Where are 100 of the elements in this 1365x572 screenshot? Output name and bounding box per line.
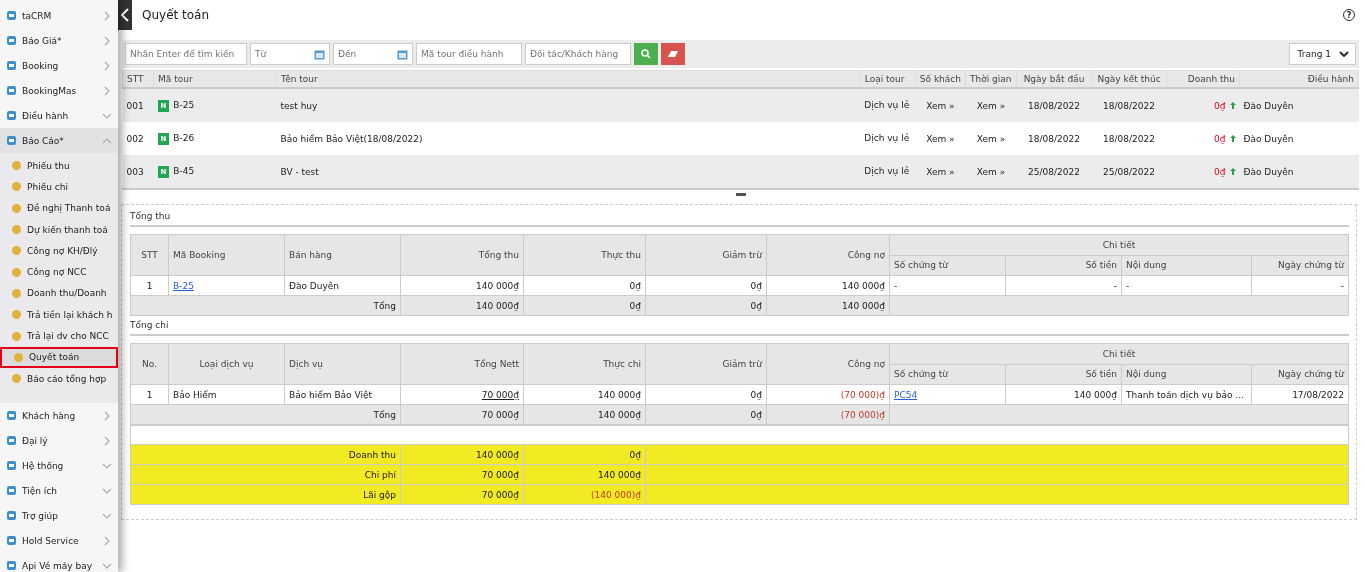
coin-icon [11, 160, 22, 172]
eraser-button[interactable] [661, 43, 685, 65]
back-button[interactable] [118, 0, 132, 30]
column-header: Nội dung [1122, 256, 1252, 275]
nav-subitem[interactable]: Công nợ NCC [0, 261, 118, 283]
column-header: Số chứng từ [890, 256, 1006, 275]
view-link[interactable]: Xem » [926, 133, 955, 144]
column-header: Số chứng từ [890, 365, 1006, 384]
chevron-icon [102, 60, 112, 71]
section-title: Tổng thu [130, 207, 1349, 227]
page-select[interactable]: Trang 1 [1288, 43, 1356, 65]
tour-code-field[interactable]: Mã tour điều hành [416, 43, 522, 65]
total-value: 140 000₫ [598, 409, 641, 420]
nav-item[interactable]: Api Vé máy bay [0, 553, 118, 572]
nav-item[interactable]: Báo Cáo* [0, 128, 118, 153]
nav-subitem[interactable]: Quyết toán [0, 346, 118, 368]
menu-icon [6, 460, 17, 472]
table-cell: 18/08/2022 [1016, 88, 1092, 122]
view-link[interactable]: Xem » [926, 100, 955, 111]
table-cell: Thanh toán dịch vụ bảo ... [1126, 389, 1244, 400]
table-cell: 0₫ [629, 280, 641, 291]
revenue-value: 0₫ [1214, 133, 1226, 144]
eraser-icon [667, 50, 679, 58]
search-field[interactable]: Nhấn Enter để tìm kiến [125, 43, 247, 65]
column-header: Thực chi [523, 343, 646, 385]
nav-item[interactable]: Trợ giúp [0, 503, 118, 529]
nav-subitem[interactable]: Phiếu thu [0, 155, 118, 177]
menu-icon [6, 10, 17, 21]
nav-subitem[interactable]: Doanh thu/Doanh [0, 282, 118, 305]
view-link[interactable]: Xem » [976, 100, 1006, 111]
column-header: Tổng thu [400, 234, 524, 276]
table-cell: - [1340, 280, 1344, 291]
column-header: Ngày kết thúc [1091, 70, 1167, 88]
calendar-icon [397, 48, 408, 60]
nav-item[interactable]: Hold Service [0, 528, 118, 554]
nav-subitem[interactable]: Trả lại dv cho NCC [0, 325, 118, 347]
table-cell: test huy [276, 88, 861, 122]
column-header: Mã tour [153, 70, 277, 88]
partner-field[interactable]: Đối tác/Khách hàng [525, 43, 631, 65]
nav-subitem[interactable]: Báo cáo tổng hợp [0, 367, 118, 390]
nav-item[interactable]: Đại lý [0, 428, 118, 454]
nav-subitem[interactable]: Phiếu chi [0, 176, 118, 198]
view-link[interactable]: Xem » [976, 166, 1006, 177]
from-date-field[interactable]: Từ [250, 43, 330, 65]
search-icon [641, 49, 651, 59]
table-cell: - [1113, 280, 1117, 291]
column-header: STT [122, 70, 154, 88]
nav-subitem[interactable]: Đề nghị Thanh toá [0, 197, 118, 219]
nav-item[interactable]: Booking [0, 53, 118, 78]
table-cell: 001 [122, 88, 154, 122]
to-date-field[interactable]: Đến [333, 43, 413, 65]
table-cell: Dịch vụ lẻ [860, 122, 916, 155]
table-cell: 002 [122, 122, 154, 155]
nav-subitem[interactable]: Dự kiến thanh toá [0, 218, 118, 241]
coin-icon [11, 330, 22, 342]
nav-item[interactable]: Khách hàng [0, 403, 118, 429]
nav-item[interactable]: Hệ thống [0, 453, 118, 479]
menu-icon [6, 485, 17, 497]
nav-subitem[interactable]: Công nợ KH/Đlý [0, 240, 118, 262]
table-cell: Đào Duyên [1239, 122, 1359, 155]
total-label: Tổng [373, 300, 396, 311]
total-value: 0₫ [750, 300, 762, 311]
column-header: Tên tour [276, 70, 861, 88]
summary-value: (140 000)₫ [591, 489, 641, 500]
column-header: Giảm trừ [645, 343, 767, 385]
view-link[interactable]: Xem » [926, 166, 955, 177]
column-header: STT [130, 234, 169, 276]
table-cell: 18/08/2022 [1091, 88, 1167, 122]
nav-item[interactable]: Điều hành [0, 103, 118, 128]
resize-handle[interactable] [735, 192, 746, 196]
chevron-left-icon [121, 8, 129, 22]
table-cell: 18/08/2022 [1091, 122, 1167, 155]
summary-value: 140 000₫ [598, 469, 641, 480]
menu-icon [6, 60, 17, 71]
table-cell: Đào Duyên [1239, 88, 1359, 122]
total-value: 140 000₫ [842, 300, 885, 311]
column-header: Dịch vụ [284, 343, 401, 385]
view-link[interactable]: Xem » [976, 133, 1006, 144]
tour-code: B-45 [173, 165, 195, 176]
summary-value: 70 000₫ [481, 469, 519, 480]
nav-item[interactable]: BookingMas [0, 78, 118, 103]
nav-item[interactable]: taCRM [0, 3, 118, 28]
nav-item[interactable]: Báo Giá* [0, 28, 118, 53]
column-header: Số khách [915, 70, 966, 88]
link[interactable]: B-25 [173, 280, 194, 291]
calendar-icon [314, 48, 325, 60]
column-header: Thực thu [523, 234, 646, 276]
menu-icon [6, 535, 17, 547]
link[interactable]: PC54 [894, 389, 918, 400]
column-header: Loại dịch vụ [168, 343, 285, 385]
table-cell: - [1126, 280, 1130, 291]
search-button[interactable] [634, 43, 658, 65]
menu-icon [6, 110, 17, 121]
table-cell: Đào Duyên [289, 280, 340, 291]
coin-icon [11, 266, 22, 278]
nav-subitem[interactable]: Trả tiền lại khách h [0, 304, 118, 326]
page-title: Quyết toán [142, 8, 211, 22]
chevron-icon [102, 410, 112, 421]
nav-item[interactable]: Tiện ích [0, 478, 118, 504]
up-arrow-icon [1229, 168, 1236, 175]
